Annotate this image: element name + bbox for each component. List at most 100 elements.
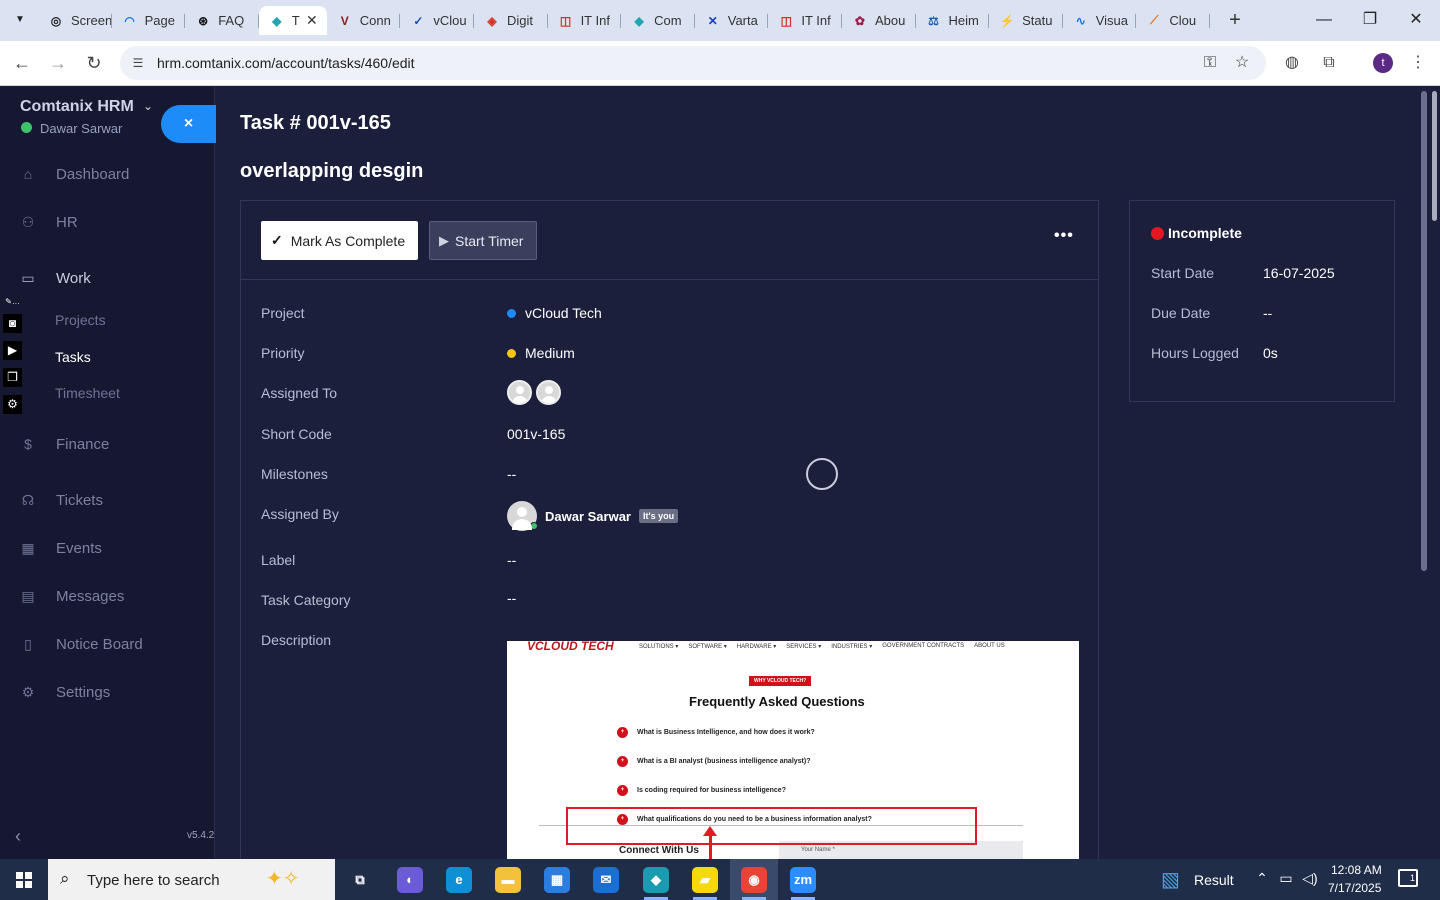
start-button[interactable] [0, 859, 48, 900]
edge-taskbar-button[interactable]: e [435, 859, 483, 900]
omnibox[interactable]: ☰ hrm.comtanix.com/account/tasks/460/edi… [120, 46, 1266, 80]
bookmark-star-icon[interactable]: ☆ [1232, 53, 1252, 73]
close-tab-icon[interactable]: ✕ [306, 12, 318, 29]
browser-tab[interactable]: ⊛ FAQ [185, 6, 259, 35]
mark-as-complete-button[interactable]: ✓ Mark As Complete [261, 221, 418, 260]
collapse-sidebar-icon[interactable]: ‹ [15, 826, 21, 847]
browser-tab[interactable]: ◆ Com [621, 6, 695, 35]
browser-tab[interactable]: ✕ Varta [695, 6, 769, 35]
description-screenshot[interactable]: VCLOUD TECH SOLUTIONS ▾ SOFTWARE ▾ HARDWAR… [507, 641, 1079, 861]
restore-button[interactable]: ❐ [1359, 8, 1381, 32]
content-scrollbar-thumb[interactable] [1421, 91, 1427, 571]
tab-title: Heim [948, 13, 979, 28]
sidebar-item-label: Dashboard [56, 165, 130, 183]
chrome-taskbar-button[interactable]: ◉ [730, 859, 778, 900]
sticky-notes-taskbar-button[interactable]: ▰ [681, 859, 729, 900]
assigned-by-name[interactable]: Dawar Sarwar [545, 509, 631, 524]
sidebar-item-settings[interactable]: ⚙ Settings [0, 674, 214, 710]
show-hidden-icons-icon[interactable]: ⌃ [1252, 870, 1272, 887]
browser-tab[interactable]: V Conn [327, 6, 401, 35]
taskbar-search-box[interactable]: ⌕ Type here to search ✦✧ [48, 859, 335, 900]
browser-tab[interactable]: ◎ Screen [38, 6, 112, 35]
avatar[interactable] [536, 380, 561, 405]
short-code-value: 001v-165 [507, 426, 566, 442]
browser-tab[interactable]: ◠ Page [112, 6, 186, 35]
faq-question: + What is a BI analyst (business intellig… [617, 756, 811, 767]
browser-menu-icon[interactable]: ⋮ [1407, 52, 1429, 74]
sidebar-item-dashboard[interactable]: ⌂ Dashboard [0, 156, 214, 192]
sidebar-item-tickets[interactable]: ☊ Tickets [0, 482, 214, 518]
translate-icon[interactable]: ◍ [1281, 52, 1303, 74]
weather-text[interactable]: Result [1194, 872, 1234, 888]
chevron-down-icon[interactable]: ⌄ [143, 99, 153, 113]
close-sidebar-button[interactable]: × [161, 105, 216, 143]
url-text[interactable]: hrm.comtanix.com/account/tasks/460/edit [157, 55, 415, 71]
label-label: Label [261, 552, 296, 568]
sidebar-item-messages[interactable]: ▤ Messages [0, 578, 214, 614]
sidebar-subitem-tasks[interactable]: Tasks [55, 349, 91, 365]
start-timer-button[interactable]: ▶ Start Timer [429, 221, 537, 260]
video-icon[interactable]: ▶ [3, 341, 22, 360]
browser-tab[interactable]: ⚡ Statu [989, 6, 1063, 35]
check-icon: ✓ [271, 232, 283, 248]
page-scrollbar-thumb[interactable] [1432, 91, 1437, 221]
gear-icon[interactable]: ⚙ [3, 395, 22, 414]
task-view-taskbar-button[interactable]: ⧉ [336, 859, 384, 900]
weather-icon[interactable]: ▧ [1161, 867, 1180, 892]
file-explorer-taskbar-button[interactable]: ▬ [484, 859, 532, 900]
profile-avatar[interactable]: t [1373, 53, 1393, 73]
sidebar-subitem-timesheet[interactable]: Timesheet [55, 385, 120, 401]
project-value[interactable]: vCloud Tech [507, 305, 602, 321]
browser-tab[interactable]: ◆ T ✕ [258, 6, 327, 35]
sidebar-item-label: HR [56, 213, 78, 231]
reload-button[interactable]: ↻ [82, 51, 106, 75]
project-name[interactable]: vCloud Tech [525, 305, 602, 321]
camera-icon[interactable]: ◙ [3, 314, 22, 333]
tab-title: Digit [506, 13, 533, 28]
browser-tab[interactable]: ⚖ Heim [916, 6, 990, 35]
zoom-taskbar-button[interactable]: zm [779, 859, 827, 900]
recorder-pen-icon[interactable]: ✎… [3, 297, 22, 307]
network-icon[interactable]: ▭ [1276, 870, 1296, 887]
sidebar-subitem-projects[interactable]: Projects [55, 312, 106, 328]
search-highlight-icon[interactable]: ✦✧ [266, 866, 300, 891]
chrome-icon: ◉ [741, 866, 767, 893]
browser-tab[interactable]: ◈ Digit [474, 6, 548, 35]
clock-time[interactable]: 12:08 AM [1331, 863, 1382, 877]
more-options-icon[interactable]: ••• [1054, 227, 1073, 245]
app-taskbar-button[interactable]: ◆ [632, 859, 680, 900]
browser-tab[interactable]: ✿ Abou [842, 6, 916, 35]
sidebar-item-finance[interactable]: $ Finance [0, 426, 214, 462]
task-toolbar: ✓ Mark As Complete ▶ Start Timer ••• [241, 201, 1098, 280]
avatar[interactable] [507, 501, 538, 531]
sidebar-item-work[interactable]: ▭ Work [0, 260, 214, 296]
extensions-icon[interactable]: ⧉ [1318, 52, 1340, 74]
sidebar-item-notice-board[interactable]: ▯ Notice Board [0, 626, 214, 662]
clock-date[interactable]: 7/17/2025 [1328, 881, 1381, 895]
browser-tab[interactable]: ◫ IT Inf [768, 6, 842, 35]
store-taskbar-button[interactable]: ▦ [533, 859, 581, 900]
sidebar-item-events[interactable]: ▦ Events [0, 530, 214, 566]
volume-icon[interactable]: ◁) [1300, 870, 1320, 887]
back-button[interactable]: ← [10, 51, 34, 75]
brand-name[interactable]: Comtanix HRM [20, 98, 134, 116]
forward-button[interactable]: → [46, 51, 70, 75]
new-tab-button[interactable]: + [1226, 8, 1244, 32]
status-badge: Incomplete [1168, 225, 1242, 241]
browser-tab[interactable]: ∿ Visua [1063, 6, 1137, 35]
tab-search-icon[interactable]: ▼ [12, 12, 28, 28]
website-menu-item: ABOUT US [974, 643, 1005, 649]
browser-tab[interactable]: ◫ IT Inf [548, 6, 622, 35]
close-window-button[interactable]: ✕ [1405, 8, 1427, 32]
mail-taskbar-button[interactable]: ✉ [582, 859, 630, 900]
copilot-taskbar-button[interactable]: ◐ [386, 859, 434, 900]
window-icon[interactable]: ❐ [3, 368, 22, 387]
site-info-icon[interactable]: ☰ [130, 55, 146, 71]
avatar[interactable] [507, 380, 532, 405]
notification-icon[interactable]: 1 [1398, 869, 1418, 887]
password-key-icon[interactable]: ⚿ [1200, 53, 1220, 73]
sidebar-item-hr[interactable]: ⚇ HR [0, 204, 214, 240]
minimize-button[interactable]: — [1313, 8, 1335, 32]
browser-tab[interactable]: ✓ vClou [400, 6, 474, 35]
browser-tab[interactable]: ⟋ Clou [1136, 6, 1210, 35]
